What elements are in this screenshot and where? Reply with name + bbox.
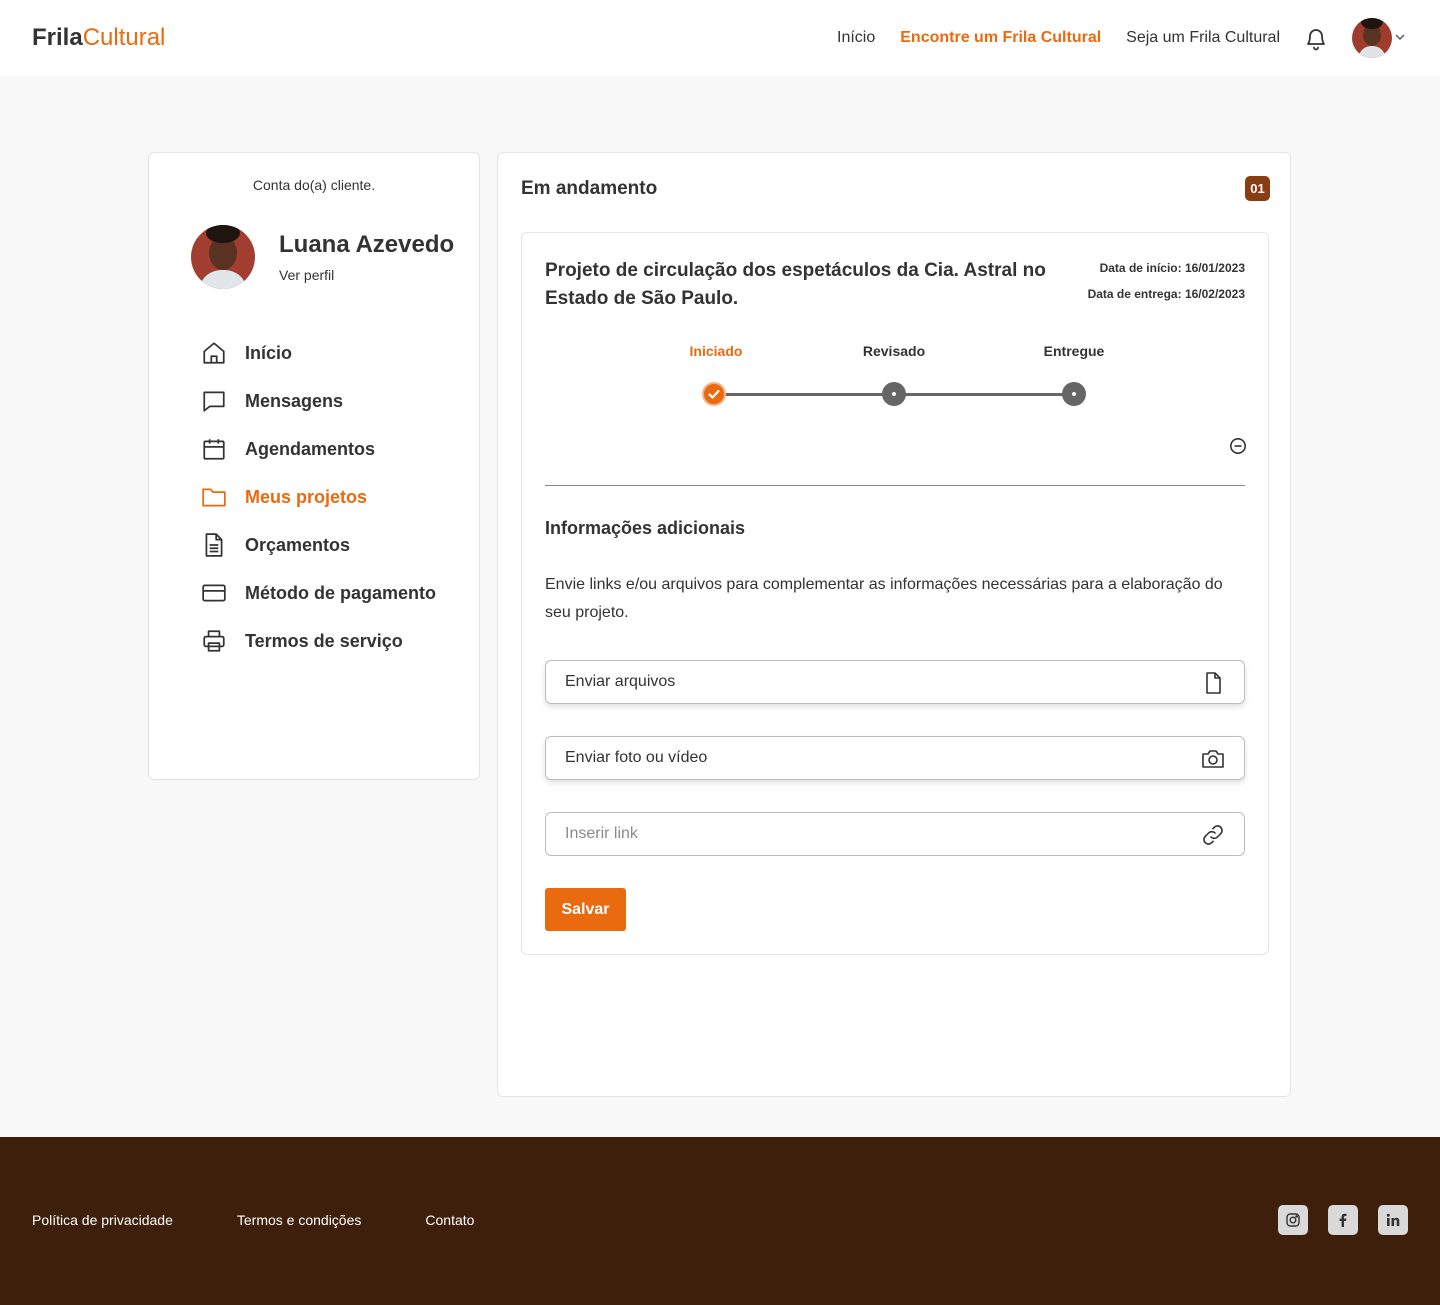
delivery-date: Data de entrega: 16/02/2023	[1087, 287, 1245, 301]
chevron-down-icon[interactable]	[1395, 33, 1405, 41]
facebook-button[interactable]	[1328, 1205, 1358, 1235]
sidebar-item-label: Início	[245, 342, 293, 363]
top-header: FrilaCultural Início Encontre um Frila C…	[0, 0, 1440, 76]
footer-links: Política de privacidade Termos e condiçõ…	[32, 1212, 474, 1228]
link-icon	[1203, 825, 1223, 845]
footer-link-terms[interactable]: Termos e condições	[237, 1212, 362, 1228]
sidebar-item-label: Método de pagamento	[245, 582, 437, 603]
credit-card-icon	[202, 584, 226, 602]
instagram-icon	[1286, 1213, 1300, 1227]
upload-files-label: Enviar arquivos	[565, 673, 676, 690]
projects-panel: Em andamento 01 Projeto de circulação do…	[497, 152, 1291, 1097]
account-type-caption: Conta do(a) cliente.	[252, 177, 376, 193]
footer-link-contact[interactable]: Contato	[425, 1212, 474, 1228]
upload-media-label: Enviar foto ou vídeo	[565, 749, 708, 766]
sidebar-item-label: Agendamentos	[245, 438, 376, 459]
save-button[interactable]: Salvar	[545, 888, 626, 931]
sidebar-item-label: Orçamentos	[245, 534, 351, 555]
sidebar-menu: Início Mensagens Agendamentos Meus proje…	[201, 329, 436, 665]
check-icon	[708, 389, 720, 399]
project-dates: Data de início: 16/01/2023 Data de entre…	[1088, 255, 1245, 307]
sidebar-item-label: Meus projetos	[245, 486, 368, 507]
start-date: Data de início: 16/01/2023	[1099, 261, 1245, 275]
sidebar-item-metodo-pagamento[interactable]: Método de pagamento	[201, 569, 436, 617]
nav-link-encontre[interactable]: Encontre um Frila Cultural	[900, 28, 1101, 48]
step-dot-iniciado	[702, 382, 726, 406]
linkedin-button[interactable]	[1378, 1205, 1408, 1235]
main-nav: Início Encontre um Frila Cultural Seja u…	[837, 28, 1280, 48]
logo-part-2: Cultural	[82, 24, 166, 51]
divider	[545, 485, 1245, 486]
additional-info-title: Informações adicionais	[545, 518, 746, 538]
social-links	[1278, 1205, 1408, 1235]
file-icon	[1206, 672, 1221, 694]
step-dot-entregue	[1062, 382, 1086, 406]
sidebar-item-mensagens[interactable]: Mensagens	[201, 377, 436, 425]
sidebar-item-termos-servico[interactable]: Termos de serviço	[201, 617, 436, 665]
message-icon	[203, 391, 225, 412]
link-field[interactable]	[545, 812, 1245, 856]
step-dot-revisado	[882, 382, 906, 406]
view-profile-link[interactable]: Ver perfil	[279, 267, 334, 283]
printer-icon	[203, 630, 225, 652]
user-avatar	[191, 225, 255, 289]
upload-media-button[interactable]: Enviar foto ou vídeo	[545, 736, 1245, 780]
sidebar-item-orcamentos[interactable]: Orçamentos	[201, 521, 436, 569]
project-card: Projeto de circulação dos espetáculos da…	[521, 232, 1269, 955]
nav-link-seja[interactable]: Seja um Frila Cultural	[1126, 28, 1280, 48]
user-name: Luana Azevedo	[279, 231, 455, 258]
count-badge: 01	[1245, 176, 1270, 201]
additional-info-text: Envie links e/ou arquivos para complemen…	[545, 576, 1223, 621]
sidebar-item-inicio[interactable]: Início	[201, 329, 436, 377]
calendar-icon	[203, 439, 225, 460]
bell-icon[interactable]	[1305, 27, 1327, 51]
logo-part-1: Frila	[32, 24, 83, 51]
step-label-iniciado: Iniciado	[689, 343, 743, 359]
account-sidebar: Conta do(a) cliente. Luana Azevedo Ver p…	[148, 152, 480, 780]
upload-files-button[interactable]: Enviar arquivos	[545, 660, 1245, 704]
footer: Política de privacidade Termos e condiçõ…	[0, 1137, 1440, 1305]
project-title: Projeto de circulação dos espetáculos da…	[545, 260, 1046, 309]
nav-link-inicio[interactable]: Início	[837, 28, 875, 48]
camera-icon	[1202, 750, 1224, 768]
facebook-icon	[1339, 1213, 1347, 1227]
instagram-button[interactable]	[1278, 1205, 1308, 1235]
logo[interactable]: FrilaCultural	[32, 24, 165, 52]
home-icon	[203, 342, 225, 364]
sidebar-item-meus-projetos[interactable]: Meus projetos	[201, 473, 436, 521]
panel-title: Em andamento	[521, 178, 658, 199]
document-icon	[205, 533, 223, 557]
footer-link-privacy[interactable]: Política de privacidade	[32, 1212, 173, 1228]
sidebar-item-label: Mensagens	[245, 390, 344, 411]
linkedin-icon	[1386, 1213, 1400, 1226]
link-input[interactable]	[565, 825, 1165, 843]
collapse-icon[interactable]	[1229, 437, 1247, 455]
sidebar-item-agendamentos[interactable]: Agendamentos	[201, 425, 436, 473]
progress-stepper: Iniciado Revisado Entregue	[522, 343, 1268, 413]
step-label-entregue: Entregue	[1043, 343, 1105, 359]
folder-icon	[202, 488, 226, 507]
sidebar-item-label: Termos de serviço	[245, 630, 403, 651]
step-label-revisado: Revisado	[862, 343, 926, 359]
user-avatar-small[interactable]	[1352, 18, 1392, 58]
